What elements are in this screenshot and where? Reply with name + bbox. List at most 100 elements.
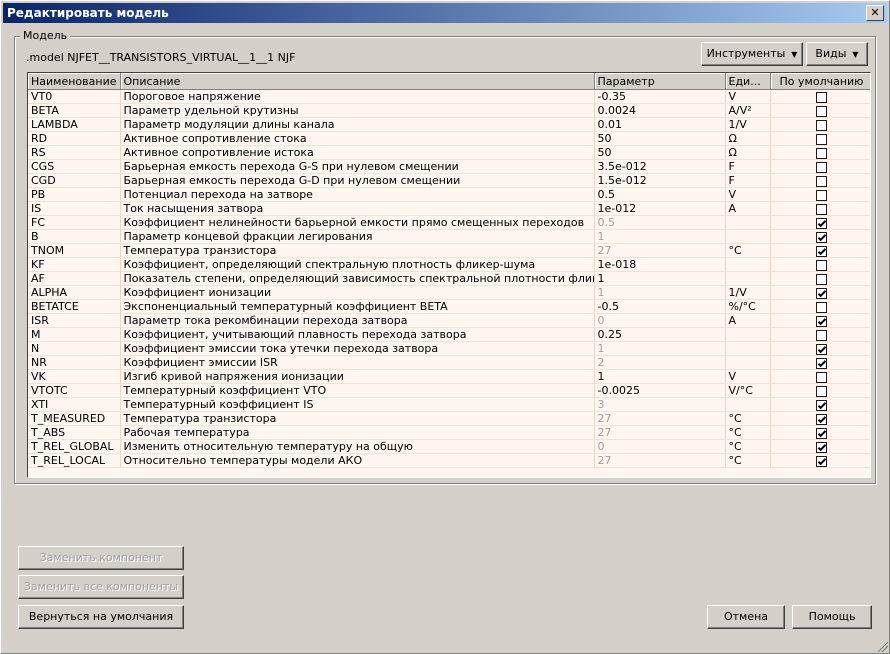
cell-value[interactable]: -0.5 bbox=[594, 299, 726, 314]
table-row[interactable]: XTI Температурный коэффициент IS 3 bbox=[28, 397, 870, 412]
default-checkbox[interactable] bbox=[816, 357, 827, 369]
close-button[interactable]: ✕ bbox=[866, 5, 884, 21]
cell-value[interactable]: 0.0024 bbox=[594, 103, 726, 118]
views-menu-button[interactable]: Виды ▼ bbox=[806, 42, 868, 66]
cell-value[interactable]: 1.5e-012 bbox=[594, 173, 726, 188]
reset-defaults-button[interactable]: Вернуться на умолчания bbox=[18, 605, 184, 629]
default-checkbox[interactable] bbox=[816, 161, 827, 173]
column-header-unit[interactable]: Еди... bbox=[725, 73, 771, 90]
default-checkbox[interactable] bbox=[816, 273, 827, 285]
default-checkbox[interactable] bbox=[816, 329, 827, 341]
cell-unit: A bbox=[725, 313, 771, 328]
tools-menu-button[interactable]: Инструменты ▼ bbox=[701, 42, 803, 66]
default-checkbox[interactable] bbox=[816, 119, 827, 131]
default-checkbox[interactable] bbox=[816, 231, 827, 243]
title-bar[interactable]: Редактировать модель ✕ bbox=[3, 3, 887, 23]
cell-value[interactable]: 50 bbox=[594, 145, 726, 160]
table-row[interactable]: T_MEASURED Температура транзистора 27 °C bbox=[28, 411, 870, 426]
table-row[interactable]: LAMBDA Параметр модуляции длины канала 0.0… bbox=[28, 117, 870, 132]
table-row[interactable]: VTOTC Температурный коэффициент VTO -0.002… bbox=[28, 383, 870, 398]
cell-value[interactable]: 0 bbox=[594, 313, 726, 328]
cell-value[interactable]: 1 bbox=[594, 341, 726, 356]
table-row[interactable]: CGS Барьерная емкость перехода G-S при ну… bbox=[28, 159, 870, 174]
table-row[interactable]: NR Коэффициент эмиссии ISR 2 bbox=[28, 355, 870, 370]
table-row[interactable]: T_REL_LOCAL Относительно температуры моде… bbox=[28, 453, 870, 468]
default-checkbox[interactable] bbox=[816, 441, 827, 453]
default-checkbox[interactable] bbox=[816, 455, 827, 467]
table-row[interactable]: BETATCE Экспоненциальный температурный ко… bbox=[28, 299, 870, 314]
table-row[interactable]: CGD Барьерная емкость перехода G-D при ну… bbox=[28, 173, 870, 188]
help-button[interactable]: Помощь bbox=[792, 605, 872, 629]
table-row[interactable]: VT0 Пороговое напряжение -0.35 V bbox=[28, 89, 870, 104]
default-checkbox[interactable] bbox=[816, 399, 827, 411]
default-checkbox[interactable] bbox=[816, 259, 827, 271]
table-row[interactable]: RD Активное сопротивление стока 50 Ω bbox=[28, 131, 870, 146]
default-checkbox[interactable] bbox=[816, 427, 827, 439]
cell-value[interactable]: 27 bbox=[594, 425, 726, 440]
column-header-description[interactable]: Описание bbox=[120, 73, 595, 90]
table-row[interactable]: KF Коэффициент, определяющий спектральную… bbox=[28, 257, 870, 272]
cell-value[interactable]: 1 bbox=[594, 271, 726, 286]
cell-value[interactable]: 3.5e-012 bbox=[594, 159, 726, 174]
table-row[interactable]: RS Активное сопротивление истока 50 Ω bbox=[28, 145, 870, 160]
cancel-button[interactable]: Отмена bbox=[707, 605, 785, 629]
table-row[interactable]: BETA Параметр удельной крутизны 0.0024 A/V² bbox=[28, 103, 870, 118]
column-header-value[interactable]: Параметр bbox=[594, 73, 726, 90]
table-row[interactable]: VK Изгиб кривой напряжения ионизации 1 V bbox=[28, 369, 870, 384]
cell-value[interactable]: 1 bbox=[594, 369, 726, 384]
table-row[interactable]: M Коэффициент, учитывающий плавность пере… bbox=[28, 327, 870, 342]
cell-name: T_ABS bbox=[28, 425, 121, 440]
cell-value[interactable]: 1 bbox=[594, 229, 726, 244]
table-row[interactable]: N Коэффициент эмиссии тока утечки переход… bbox=[28, 341, 870, 356]
table-row[interactable]: ALPHA Коэффициент ионизации 1 1/V bbox=[28, 285, 870, 300]
default-checkbox[interactable] bbox=[816, 385, 827, 397]
cell-value[interactable]: -0.35 bbox=[594, 89, 726, 104]
default-checkbox[interactable] bbox=[816, 147, 827, 159]
cell-unit bbox=[725, 215, 771, 230]
cell-value[interactable]: 0.25 bbox=[594, 327, 726, 342]
default-checkbox[interactable] bbox=[816, 189, 827, 201]
cell-value[interactable]: 27 bbox=[594, 243, 726, 258]
cell-value[interactable]: 0.01 bbox=[594, 117, 726, 132]
table-row[interactable]: T_REL_GLOBAL Изменить относительную темпе… bbox=[28, 439, 870, 454]
table-row[interactable]: IS Ток насыщения затвора 1e-012 A bbox=[28, 201, 870, 216]
table-row[interactable]: T_ABS Рабочая температура 27 °C bbox=[28, 425, 870, 440]
default-checkbox[interactable] bbox=[816, 301, 827, 313]
default-checkbox[interactable] bbox=[816, 175, 827, 187]
cell-value[interactable]: 1 bbox=[594, 285, 726, 300]
default-checkbox[interactable] bbox=[816, 413, 827, 425]
table-row[interactable]: FC Коэффициент нелинейности барьерной емк… bbox=[28, 215, 870, 230]
default-checkbox[interactable] bbox=[816, 343, 827, 355]
cell-value[interactable]: 0.5 bbox=[594, 187, 726, 202]
parameters-table[interactable]: Наименование Описание Параметр Еди... По… bbox=[27, 72, 871, 478]
cell-value[interactable]: 27 bbox=[594, 453, 726, 468]
default-checkbox[interactable] bbox=[816, 315, 827, 327]
cell-value[interactable]: 0.5 bbox=[594, 215, 726, 230]
default-checkbox[interactable] bbox=[816, 245, 827, 257]
cell-value[interactable]: 2 bbox=[594, 355, 726, 370]
table-row[interactable]: B Параметр концевой фракции легирования 1 bbox=[28, 229, 870, 244]
table-row[interactable]: PB Потенциал перехода на затворе 0.5 V bbox=[28, 187, 870, 202]
cell-value[interactable]: 50 bbox=[594, 131, 726, 146]
table-row[interactable]: ISR Параметр тока рекомбинации перехода з… bbox=[28, 313, 870, 328]
cell-value[interactable]: -0.0025 bbox=[594, 383, 726, 398]
cell-value[interactable]: 1e-018 bbox=[594, 257, 726, 272]
default-checkbox[interactable] bbox=[816, 287, 827, 299]
cell-value[interactable]: 27 bbox=[594, 411, 726, 426]
default-checkbox[interactable] bbox=[816, 371, 827, 383]
default-checkbox[interactable] bbox=[816, 91, 827, 103]
resize-grip-icon[interactable] bbox=[876, 640, 888, 652]
replace-all-components-button[interactable]: Заменить все компоненты bbox=[18, 575, 184, 599]
default-checkbox[interactable] bbox=[816, 133, 827, 145]
default-checkbox[interactable] bbox=[816, 105, 827, 117]
column-header-name[interactable]: Наименование bbox=[28, 73, 121, 90]
table-row[interactable]: AF Показатель степени, определяющий завис… bbox=[28, 271, 870, 286]
cell-value[interactable]: 0 bbox=[594, 439, 726, 454]
default-checkbox[interactable] bbox=[816, 217, 827, 229]
default-checkbox[interactable] bbox=[816, 203, 827, 215]
cell-value[interactable]: 1e-012 bbox=[594, 201, 726, 216]
replace-component-button[interactable]: Заменить компонент bbox=[18, 546, 184, 570]
column-header-default[interactable]: По умолчанию bbox=[770, 73, 870, 90]
cell-value[interactable]: 3 bbox=[594, 397, 726, 412]
table-row[interactable]: TNOM Температура транзистора 27 °C bbox=[28, 243, 870, 258]
